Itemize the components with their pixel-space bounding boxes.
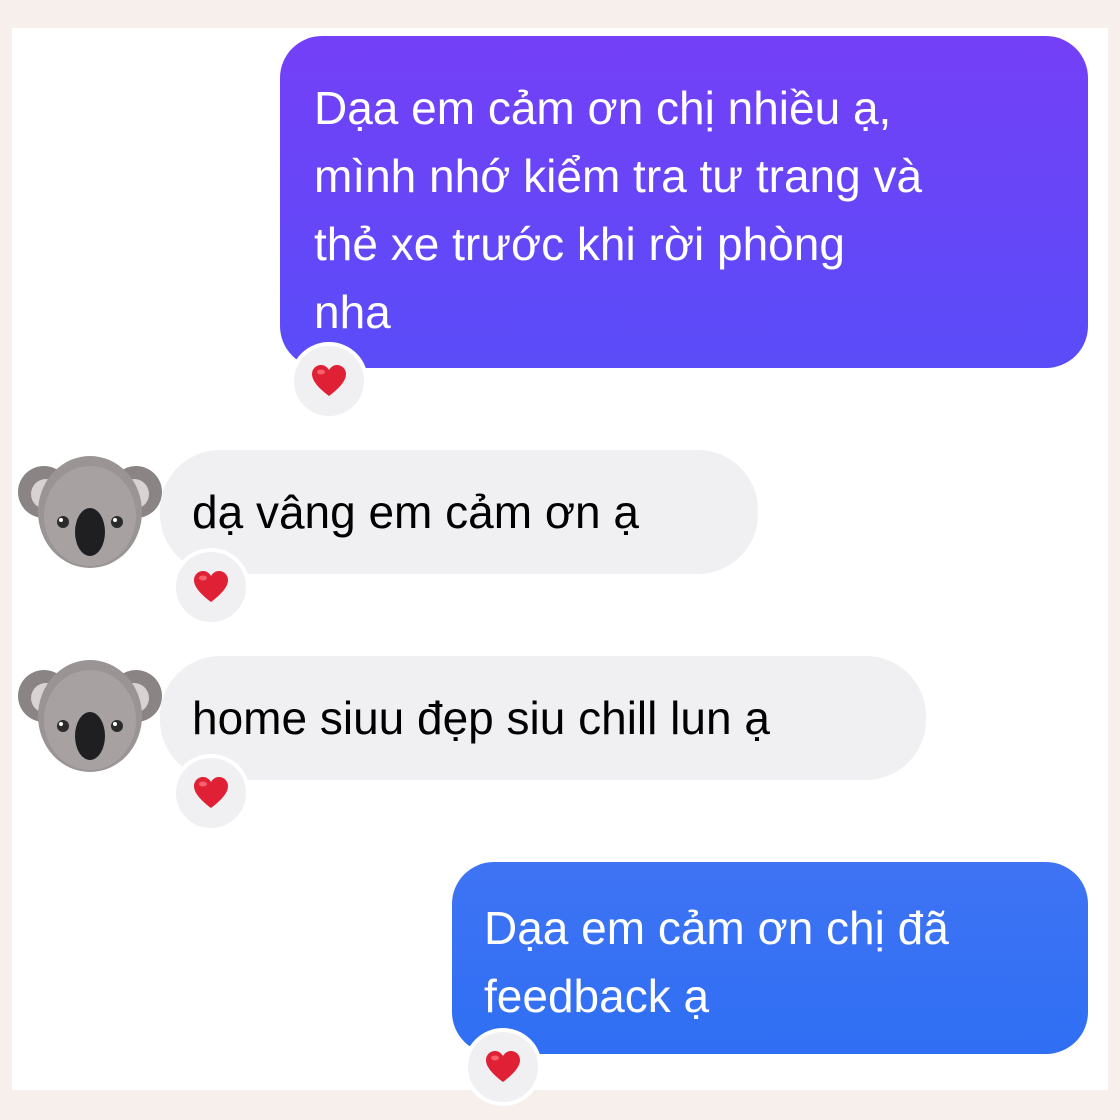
koala-icon <box>18 660 162 772</box>
heart-icon <box>194 571 228 602</box>
heart-icon <box>486 1051 520 1082</box>
message-reaction[interactable] <box>172 548 250 626</box>
incoming-message-bubble[interactable]: home siuu đẹp siu chill lun ạ <box>160 656 926 780</box>
heart-icon <box>312 365 346 396</box>
chat-screen: Dạa em cảm ơn chị nhiều ạ, mình nhớ kiểm… <box>12 28 1108 1106</box>
message-reaction[interactable] <box>172 754 250 832</box>
message-reaction[interactable] <box>290 342 368 420</box>
outgoing-message-bubble[interactable]: Dạa em cảm ơn chị đã feedback ạ <box>452 862 1088 1054</box>
message-reaction[interactable] <box>464 1028 542 1106</box>
koala-icon <box>18 456 162 568</box>
incoming-message-bubble[interactable]: dạ vâng em cảm ơn ạ <box>160 450 758 574</box>
heart-icon <box>194 777 228 808</box>
avatar[interactable] <box>16 648 164 778</box>
outgoing-message-bubble[interactable]: Dạa em cảm ơn chị nhiều ạ, mình nhớ kiểm… <box>280 36 1088 368</box>
avatar[interactable] <box>16 444 164 574</box>
